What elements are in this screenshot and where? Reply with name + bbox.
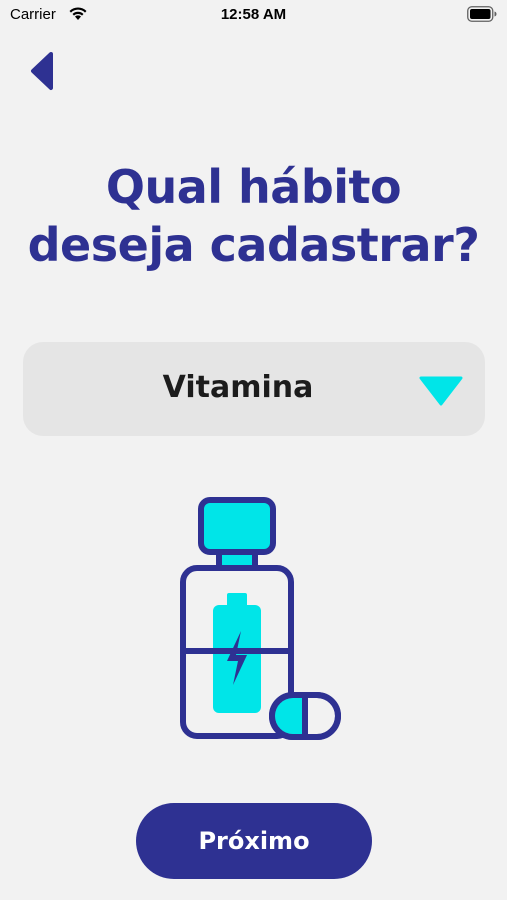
page-title-line-1: Qual hábito (105, 160, 402, 214)
page-title: Qual hábito deseja cadastrar? (0, 158, 507, 274)
back-button[interactable] (22, 48, 62, 94)
page-title-line-2: deseja cadastrar? (27, 218, 480, 272)
habit-select[interactable]: Vitamina (23, 342, 485, 436)
habit-select-value: Vitamina (162, 370, 314, 405)
back-arrow-icon (31, 52, 53, 90)
next-button[interactable]: Próximo (136, 803, 372, 879)
status-bar: Carrier 12:58 AM (0, 0, 507, 30)
status-time: 12:58 AM (220, 6, 287, 23)
battery-icon (467, 6, 497, 22)
vitamin-bottle-icon (180, 497, 341, 740)
chevron-down-icon (419, 376, 463, 406)
